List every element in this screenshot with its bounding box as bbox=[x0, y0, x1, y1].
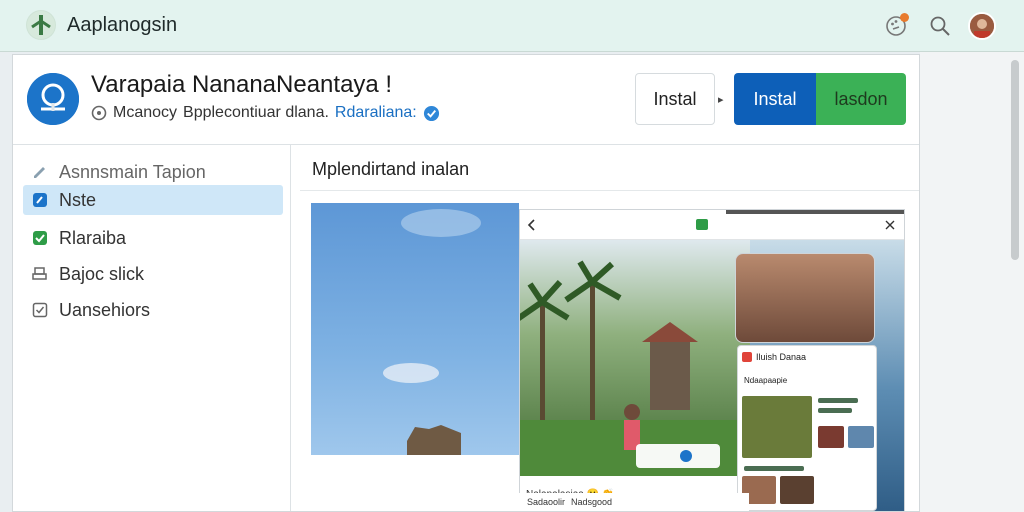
app-dot-icon bbox=[742, 352, 752, 362]
bottom-label-b: Nadsgood bbox=[571, 497, 613, 507]
notification-badge bbox=[900, 13, 909, 22]
screenshot-gallery[interactable]: Nalanalasiaa 🙂 👏 Iluish Danaa Ndaapaapie… bbox=[311, 203, 905, 511]
sidebar-item-0[interactable]: Asnnsmain Tapion bbox=[23, 157, 283, 187]
mini-card-title: Iluish Danaa bbox=[756, 352, 807, 362]
gallery-image-sky[interactable] bbox=[311, 203, 519, 455]
thumbnail[interactable] bbox=[780, 476, 814, 504]
text-line bbox=[818, 408, 852, 413]
app-meta: Mcanocy Bpplecontiuar dlana. Rdaraliana: bbox=[91, 104, 440, 122]
brand-name: Aaplanogsin bbox=[67, 14, 178, 36]
sidebar-item-1[interactable]: Nste bbox=[23, 185, 283, 215]
top-bar: Aaplanogsin bbox=[0, 0, 1024, 52]
check-icon bbox=[33, 231, 47, 245]
verified-icon bbox=[423, 105, 439, 121]
chevron-right-icon[interactable]: ▸ bbox=[718, 93, 724, 106]
village-photo[interactable] bbox=[514, 240, 750, 476]
bottom-label-a: Sadaoolir bbox=[527, 497, 566, 507]
install-button[interactable]: Instal bbox=[734, 73, 816, 125]
text-line bbox=[744, 466, 804, 471]
section-title: Mplendirtand inalan bbox=[312, 159, 470, 179]
clock-icon bbox=[91, 105, 107, 121]
developer-link[interactable]: Rdaraliana: bbox=[335, 104, 417, 122]
right-gutter bbox=[920, 52, 1024, 512]
user-avatar[interactable] bbox=[968, 12, 996, 40]
search-icon[interactable] bbox=[928, 14, 952, 38]
secondary-action-button[interactable]: lasdon bbox=[816, 73, 906, 125]
sidebar-item-label: Asnnsmain Tapion bbox=[59, 161, 206, 182]
mini-app-card[interactable]: Iluish Danaa Ndaapaapie bbox=[737, 345, 877, 511]
thumbnail[interactable] bbox=[742, 396, 812, 458]
app-title: Varapaia NananaNeantaya ! bbox=[91, 71, 393, 98]
content-header: Mplendirtand inalan bbox=[300, 145, 919, 191]
profile-photo[interactable] bbox=[735, 253, 875, 343]
checkbox-icon bbox=[32, 302, 48, 318]
sidebar: Asnnsmain Tapion Nste Rlaraiba Bajoc sli… bbox=[13, 145, 291, 511]
edit-icon bbox=[33, 193, 47, 207]
sidebar-item-4[interactable]: Uansehiors bbox=[23, 295, 283, 325]
app-logo-icon bbox=[27, 73, 79, 125]
sidebar-item-label: Bajoc slick bbox=[59, 263, 145, 284]
install-outline-button[interactable]: Instal bbox=[635, 73, 715, 125]
sidebar-item-3[interactable]: Bajoc slick bbox=[23, 259, 283, 289]
printer-icon bbox=[32, 267, 47, 280]
text-line bbox=[818, 398, 858, 403]
mini-card-subtitle: Ndaapaapie bbox=[744, 376, 788, 385]
install-button-group: Instal lasdon bbox=[734, 73, 906, 125]
thumbnail[interactable] bbox=[848, 426, 874, 448]
scrollbar[interactable] bbox=[1011, 60, 1019, 260]
sidebar-item-label: Rlaraiba bbox=[59, 227, 127, 248]
pencil-icon bbox=[34, 167, 45, 178]
brand-logo-icon[interactable] bbox=[26, 10, 56, 40]
meta-prefix: Mcanocy bbox=[113, 104, 178, 121]
meta-text: Bpplecontiuar dlana. bbox=[183, 104, 329, 121]
sidebar-item-label: Nste bbox=[59, 189, 97, 210]
phone-bottom-bar: Sadaoolir Nadsgood bbox=[519, 493, 749, 511]
app-header: Varapaia NananaNeantaya ! Mcanocy Bpplec… bbox=[13, 55, 919, 145]
sidebar-item-label: Uansehiors bbox=[59, 299, 151, 320]
thumbnail[interactable] bbox=[818, 426, 844, 448]
phone-topbar bbox=[520, 210, 904, 240]
app-detail-card: Varapaia NananaNeantaya ! Mcanocy Bpplec… bbox=[12, 54, 920, 512]
sidebar-item-2[interactable]: Rlaraiba bbox=[23, 223, 283, 253]
